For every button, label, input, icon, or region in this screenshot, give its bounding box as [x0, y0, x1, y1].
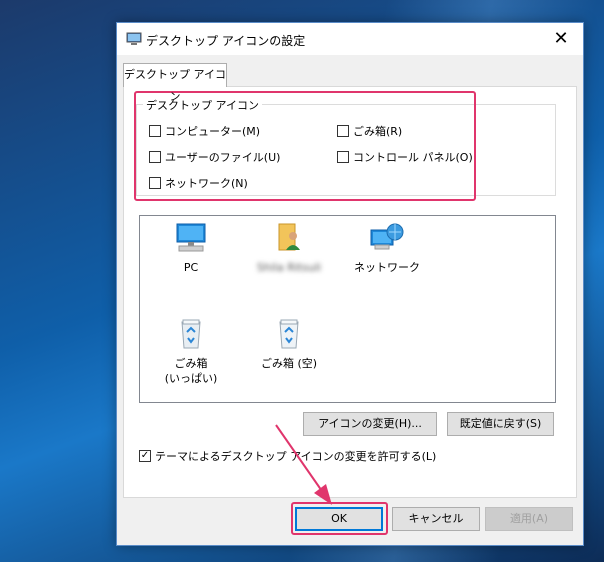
title-bar[interactable]: デスクトップ アイコンの設定 ✕ — [117, 23, 583, 55]
pc-icon — [146, 222, 236, 254]
tab-desktop-icons[interactable]: デスクトップ アイコン — [123, 63, 227, 103]
icon-item-user-files[interactable]: Shila Ritsuli — [244, 222, 334, 275]
checkbox-box[interactable]: ✓ — [139, 450, 151, 462]
recycle-bin-full-icon — [146, 318, 236, 350]
theme-change-checkbox[interactable]: ✓ テーマによるデスクトップ アイコンの変更を許可する(L) — [139, 448, 436, 464]
apply-button[interactable]: 適用(A) — [485, 507, 573, 531]
close-button[interactable]: ✕ — [539, 23, 583, 54]
cancel-button[interactable]: キャンセル — [392, 507, 480, 531]
monitor-icon — [126, 32, 142, 46]
icon-item-pc[interactable]: PC — [146, 222, 236, 275]
icon-label: PC — [183, 261, 199, 274]
icon-label-line1: ごみ箱 — [174, 357, 208, 370]
restore-default-button[interactable]: 既定値に戻す(S) — [447, 412, 554, 436]
icon-label-line2: (いっぱい) — [164, 372, 218, 385]
icon-item-recycle-bin-empty[interactable]: ごみ箱 (空) — [244, 318, 334, 371]
recycle-bin-empty-icon — [244, 318, 334, 350]
icon-item-recycle-bin-full[interactable]: ごみ箱 (いっぱい) — [146, 318, 236, 386]
icon-item-network[interactable]: ネットワーク — [342, 222, 432, 275]
highlight-annotation-checkboxes — [134, 91, 476, 201]
icon-label: Shila Ritsuli — [256, 261, 322, 274]
network-icon — [342, 222, 432, 254]
tab-panel: デスクトップ アイコン コンピューター(M) ごみ箱(R) ユーザーのファイル(… — [123, 86, 577, 498]
highlight-annotation-ok — [291, 502, 388, 535]
icon-label: ネットワーク — [354, 261, 420, 274]
change-icon-button[interactable]: アイコンの変更(H)... — [303, 412, 437, 436]
desktop-icon-settings-dialog: デスクトップ アイコンの設定 ✕ デスクトップ アイコン デスクトップ アイコン… — [116, 22, 584, 546]
icon-label: ごみ箱 (空) — [260, 357, 318, 370]
close-icon: ✕ — [553, 28, 569, 49]
checkbox-label: テーマによるデスクトップ アイコンの変更を許可する(L) — [155, 450, 437, 463]
user-folder-icon — [244, 222, 334, 254]
dialog-title: デスクトップ アイコンの設定 — [146, 34, 306, 48]
icon-list[interactable]: PC Shila Ritsuli ネットワーク ごみ箱 (いっぱい) ごみ箱 (… — [139, 215, 556, 403]
